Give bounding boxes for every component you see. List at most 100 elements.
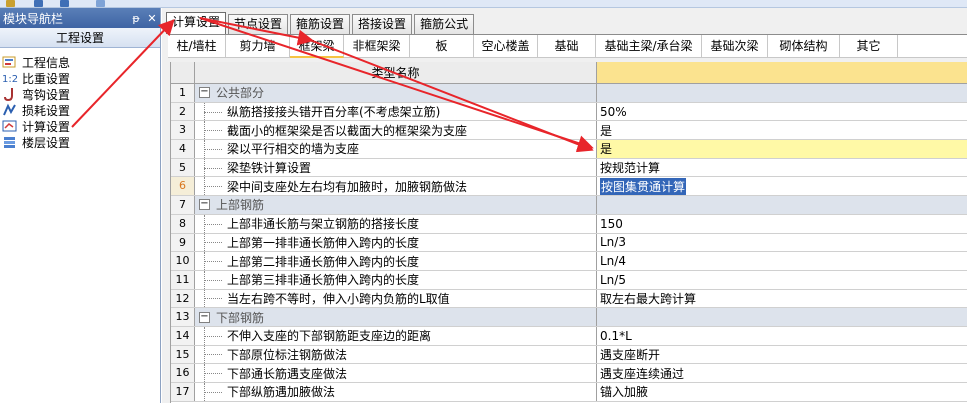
calc-icon — [2, 119, 18, 133]
collapse-icon[interactable]: − — [199, 311, 210, 323]
subtab-slab[interactable]: 板 — [410, 35, 474, 58]
table-row[interactable]: 6 梁中间支座处左右均有加腋时，加腋钢筋做法 按图集贯通计算 — [171, 177, 967, 197]
row-number: 4 — [171, 140, 195, 158]
row-name: 上部非通长筋与架立钢筋的搭接长度 — [195, 214, 597, 233]
toolbar-icon[interactable] — [96, 0, 105, 7]
row-value[interactable]: 锚入加腋 — [597, 383, 967, 401]
row-value[interactable]: 按图集贯通计算 — [597, 177, 967, 195]
tab-calc-settings[interactable]: 计算设置 — [166, 12, 227, 34]
nav-item-floor-settings[interactable]: 楼层设置 — [0, 134, 160, 150]
row-name-text: 不伸入支座的下部钢筋距支座边的距离 — [227, 329, 432, 344]
row-value[interactable]: 按规范计算 — [597, 159, 967, 177]
top-toolbar — [0, 0, 967, 8]
subtab-shear-wall[interactable]: 剪力墙 — [226, 35, 290, 58]
table-row[interactable]: 4 梁以平行相交的墙为支座 是 — [171, 140, 967, 159]
row-value[interactable] — [597, 196, 967, 214]
nav-item-label: 计算设置 — [22, 119, 71, 134]
row-name: 梁中间支座处左右均有加腋时，加腋钢筋做法 — [195, 177, 597, 196]
toolbar-icon[interactable] — [60, 0, 69, 7]
main-area: 计算设置 节点设置 箍筋设置 搭接设置 箍筋公式 柱/墙柱 剪力墙 框架梁 非框… — [162, 8, 967, 403]
row-value[interactable]: Ln/3 — [597, 234, 967, 252]
row-number: 13 — [171, 308, 195, 326]
row-value[interactable]: Ln/4 — [597, 252, 967, 270]
row-value[interactable]: 取左右最大跨计算 — [597, 290, 967, 308]
row-name-text: 纵筋搭接接头错开百分率(不考虑架立筋) — [227, 105, 441, 120]
subtab-hollow-floor[interactable]: 空心楼盖 — [474, 35, 538, 58]
table-row[interactable]: 15 下部原位标注钢筋做法 遇支座断开 — [171, 345, 967, 365]
subtab-foundation-main-beam[interactable]: 基础主梁/承台梁 — [596, 35, 702, 58]
table-row[interactable]: 13 − 下部钢筋 — [171, 308, 967, 327]
row-value[interactable]: 50% — [597, 103, 967, 121]
row-value[interactable] — [597, 84, 967, 102]
row-name-text: 梁垫铁计算设置 — [227, 161, 312, 176]
table-row[interactable]: 9 上部第一排非通长筋伸入跨内的长度 Ln/3 — [171, 233, 967, 253]
table-row[interactable]: 2 纵筋搭接接头错开百分率(不考虑架立筋) 50% — [171, 102, 967, 122]
nav-item-label: 弯钩设置 — [22, 87, 71, 102]
table-row[interactable]: 14 不伸入支座的下部钢筋距支座边的距离 0.1*L — [171, 326, 967, 346]
subtab-other[interactable]: 其它 — [840, 35, 898, 58]
row-value[interactable] — [597, 308, 967, 326]
sub-tab-bar: 柱/墙柱 剪力墙 框架梁 非框架梁 板 空心楼盖 基础 基础主梁/承台梁 基础次… — [168, 34, 967, 58]
header-value[interactable] — [597, 62, 967, 83]
toolbar-icon[interactable] — [34, 0, 43, 7]
row-value[interactable]: 是 — [597, 140, 967, 158]
table-row[interactable]: 16 下部通长筋遇支座做法 遇支座连续通过 — [171, 364, 967, 383]
toolbar-icon[interactable] — [6, 0, 15, 7]
nav-group-project-settings[interactable]: 工程设置 — [0, 28, 160, 48]
table-row[interactable]: 8 上部非通长筋与架立钢筋的搭接长度 150 — [171, 214, 967, 234]
tab-stirrup-formula[interactable]: 箍筋公式 — [414, 14, 475, 34]
row-name: − 上部钢筋 — [195, 196, 597, 214]
table-row[interactable]: 12 当左右跨不等时，伸入小跨内负筋的L取值 取左右最大跨计算 — [171, 289, 967, 309]
table-row[interactable]: 11 上部第三排非通长筋伸入跨内的长度 Ln/5 — [171, 270, 967, 290]
row-name-text: 上部第三排非通长筋伸入跨内的长度 — [227, 273, 420, 288]
row-name-text: 上部第二排非通长筋伸入跨内的长度 — [227, 254, 420, 269]
row-value[interactable]: 遇支座断开 — [597, 346, 967, 364]
row-value[interactable]: 遇支座连续通过 — [597, 364, 967, 382]
row-name: 下部原位标注钢筋做法 — [195, 345, 597, 364]
table-row[interactable]: 17 下部纵筋遇加腋做法 锚入加腋 — [171, 383, 967, 402]
loss-icon — [2, 103, 18, 117]
subtab-non-frame-beam[interactable]: 非框架梁 — [344, 35, 410, 58]
row-number: 8 — [171, 214, 195, 233]
row-value[interactable]: 0.1*L — [597, 327, 967, 345]
row-number: 9 — [171, 233, 195, 252]
collapse-icon[interactable]: − — [199, 87, 210, 99]
subtab-column[interactable]: 柱/墙柱 — [168, 35, 226, 58]
main-tab-bar: 计算设置 节点设置 箍筋设置 搭接设置 箍筋公式 — [162, 12, 476, 34]
table-row[interactable]: 10 上部第二排非通长筋伸入跨内的长度 Ln/4 — [171, 252, 967, 271]
subtab-frame-beam[interactable]: 框架梁 — [290, 35, 344, 58]
row-value[interactable]: 150 — [597, 215, 967, 233]
nav-item-calc-settings[interactable]: 计算设置 — [0, 118, 160, 134]
collapse-icon[interactable]: − — [199, 199, 210, 211]
pin-icon[interactable]: ᵽ — [128, 12, 144, 25]
nav-item-project-info[interactable]: 工程信息 — [0, 54, 160, 70]
row-name-text: 上部非通长筋与架立钢筋的搭接长度 — [227, 217, 420, 232]
row-number: 12 — [171, 289, 195, 308]
row-value[interactable]: 是 — [597, 121, 967, 139]
tab-node-settings[interactable]: 节点设置 — [228, 14, 289, 34]
row-value[interactable]: Ln/5 — [597, 271, 967, 289]
subtab-masonry[interactable]: 砌体结构 — [768, 35, 840, 58]
row-name: 截面小的框架梁是否以截面大的框架梁为支座 — [195, 121, 597, 140]
close-icon[interactable]: ✕ — [144, 12, 160, 25]
nav-item-weight-settings[interactable]: 1:2 比重设置 — [0, 70, 160, 86]
row-name-text: 公共部分 — [216, 86, 265, 101]
table-row[interactable]: 7 − 上部钢筋 — [171, 196, 967, 215]
row-name: − 公共部分 — [195, 84, 597, 102]
header-type-name[interactable]: 类型名称 — [195, 62, 597, 83]
tab-stirrup-settings[interactable]: 箍筋设置 — [290, 14, 351, 34]
row-name: 下部通长筋遇支座做法 — [195, 364, 597, 382]
table-row[interactable]: 1 − 公共部分 — [171, 84, 967, 103]
header-row-number — [171, 62, 195, 83]
subtab-foundation[interactable]: 基础 — [538, 35, 596, 58]
table-row[interactable]: 5 梁垫铁计算设置 按规范计算 — [171, 158, 967, 178]
row-name-text: 梁以平行相交的墙为支座 — [227, 142, 360, 157]
table-row[interactable]: 3 截面小的框架梁是否以截面大的框架梁为支座 是 — [171, 121, 967, 141]
nav-item-hook-settings[interactable]: 弯钩设置 — [0, 86, 160, 102]
tab-lap-settings[interactable]: 搭接设置 — [352, 14, 413, 34]
nav-item-loss-settings[interactable]: 损耗设置 — [0, 102, 160, 118]
subtab-foundation-secondary-beam[interactable]: 基础次梁 — [702, 35, 768, 58]
info-icon — [2, 55, 18, 69]
nav-header: 模块导航栏 ᵽ ✕ — [0, 8, 160, 28]
selected-value-text[interactable]: 按图集贯通计算 — [600, 177, 687, 195]
